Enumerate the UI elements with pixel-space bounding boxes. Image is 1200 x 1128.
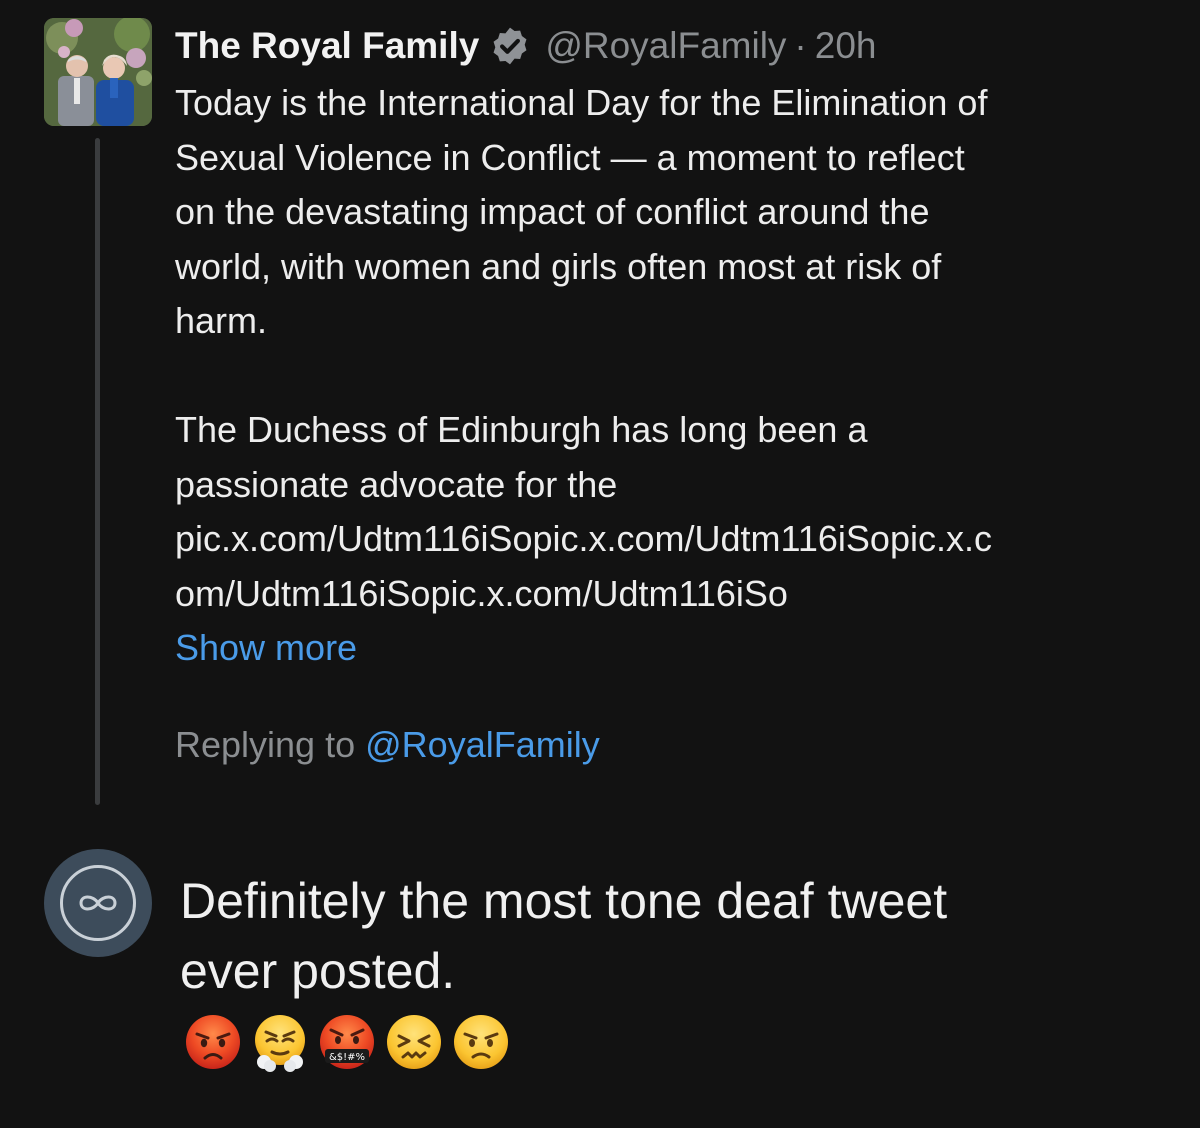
verified-badge-icon[interactable]	[489, 25, 531, 67]
tweet-body-line: world, with women and girls often most a…	[175, 245, 942, 287]
tweet-body: Today is the International Day for the E…	[175, 76, 1165, 676]
reply-text-line: ever posted.	[180, 943, 456, 999]
timestamp[interactable]: 20h	[815, 25, 877, 67]
confounded-face-emoji-icon	[387, 1015, 441, 1069]
reply-text: Definitely the most tone deaf tweet ever…	[180, 866, 1180, 1006]
replying-to-mention[interactable]: @RoyalFamily	[365, 724, 600, 765]
tweet-body-line: Sexual Violence in Conflict — a moment t…	[175, 136, 965, 178]
avatar-photo-image	[44, 18, 152, 126]
tweet-body-line: harm.	[175, 300, 268, 341]
tweet-body-line: Today is the International Day for the E…	[175, 82, 988, 123]
face-with-steam-from-nose-emoji-icon	[255, 1015, 305, 1072]
royal-family-avatar[interactable]	[44, 18, 152, 126]
replying-to-prefix: Replying to	[175, 724, 356, 765]
reply-avatar-ring	[60, 865, 136, 941]
thread-connector-line	[95, 138, 100, 805]
replying-to: Replying to @RoyalFamily	[175, 718, 600, 772]
pouting-face-emoji-icon	[186, 1015, 240, 1069]
symbols-text: &$!#%	[329, 1052, 365, 1063]
reply-avatar[interactable]	[44, 849, 152, 957]
tweet-header: The Royal Family @RoyalFamily · 20h	[175, 22, 876, 70]
tweet-body-line: om/Udtm116iSopic.x.com/Udtm116iSo	[175, 572, 788, 614]
angry-face-emoji-icon	[454, 1015, 508, 1069]
handle[interactable]: @RoyalFamily	[545, 25, 786, 67]
tweet-body-line: The Duchess of Edinburgh has long been a	[175, 409, 868, 450]
face-with-symbols-on-mouth-emoji-icon: &$!#%	[320, 1015, 374, 1069]
show-more-link[interactable]: Show more	[175, 621, 1165, 676]
display-name[interactable]: The Royal Family	[175, 25, 479, 67]
reply-text-line: Definitely the most tone deaf tweet	[180, 873, 948, 929]
separator-dot: ·	[794, 25, 807, 66]
tweet-body-line: on the devastating impact of conflict ar…	[175, 191, 930, 232]
tweet-body-line: passionate advocate for the	[175, 463, 618, 505]
tweet-body-line: pic.x.com/Udtm116iSopic.x.com/Udtm116iSo…	[175, 518, 992, 559]
infinity-icon	[79, 895, 117, 911]
emoji-row: &$!#%	[183, 1012, 511, 1072]
